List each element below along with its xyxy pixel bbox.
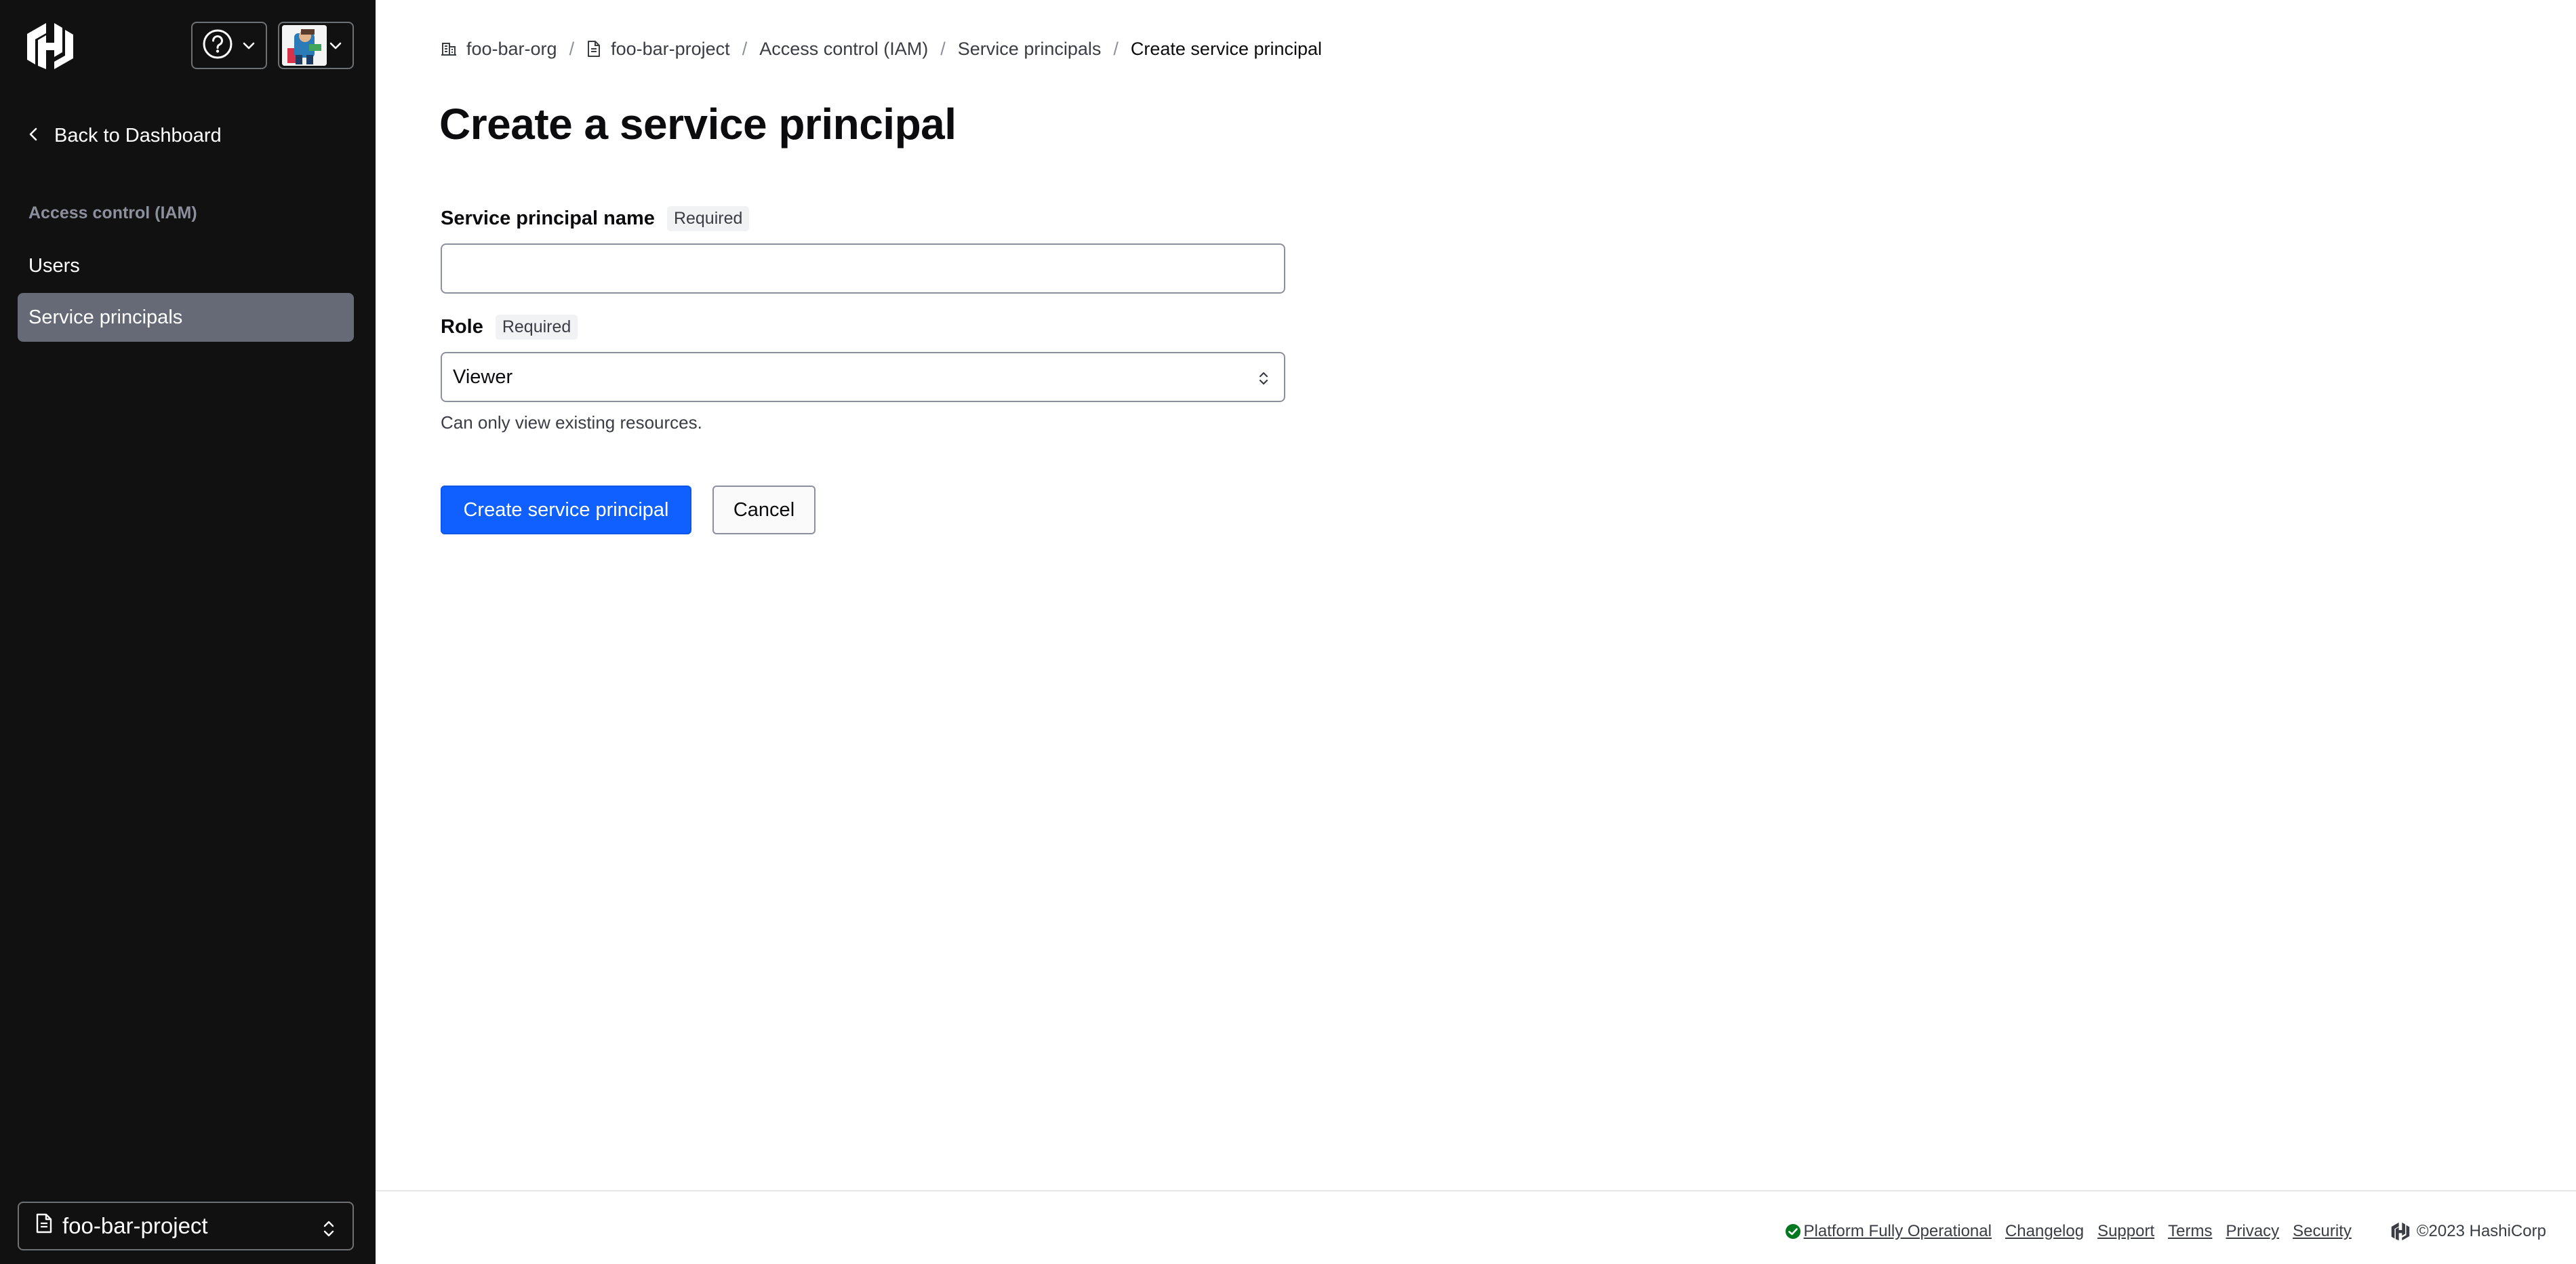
service-principal-name-input[interactable]: [441, 243, 1285, 294]
chevron-left-icon: [27, 125, 54, 147]
footer-divider: [376, 1190, 2576, 1191]
sidebar-section-label: Access control (IAM): [28, 203, 197, 222]
breadcrumb-label: Service principals: [957, 38, 1102, 59]
footer: Platform Fully Operational Changelog Sup…: [1771, 1219, 2546, 1244]
chevron-down-icon: [241, 38, 256, 53]
breadcrumb-item-service-principals[interactable]: Service principals: [958, 39, 1102, 60]
sidebar: Back to Dashboard Access control (IAM) U…: [0, 0, 376, 1264]
breadcrumb-label: foo-bar-project: [611, 38, 730, 59]
avatar: [282, 25, 327, 66]
help-menu-button[interactable]: [191, 22, 267, 69]
breadcrumb-item-project[interactable]: foo-bar-project: [586, 39, 730, 60]
name-field-label-row: Service principal name Required: [441, 206, 750, 231]
help-circle-icon: [202, 28, 233, 63]
hashicorp-logo-icon[interactable]: [26, 22, 75, 71]
project-switcher-label: foo-bar-project: [62, 1213, 208, 1238]
role-select-value: Viewer: [453, 366, 513, 388]
cancel-button[interactable]: Cancel: [712, 486, 816, 534]
project-switcher[interactable]: foo-bar-project: [18, 1202, 354, 1250]
sidebar-item-users[interactable]: Users: [18, 241, 354, 290]
breadcrumb: foo-bar-org / foo-bar-project / Access c…: [441, 35, 1322, 62]
required-badge: Required: [666, 206, 750, 231]
breadcrumb-label: Create service principal: [1130, 38, 1323, 59]
name-field-label: Service principal name: [441, 208, 655, 229]
file-icon: [35, 1213, 53, 1239]
breadcrumb-label: Access control (IAM): [759, 38, 929, 59]
status-label: Platform Fully Operational: [1803, 1222, 1992, 1240]
hashicorp-logo-icon: [2391, 1222, 2410, 1241]
status-link[interactable]: Platform Fully Operational: [1785, 1222, 1992, 1241]
create-service-principal-button[interactable]: Create service principal: [441, 486, 691, 534]
required-badge: Required: [495, 315, 578, 340]
chevron-down-icon: [328, 38, 343, 53]
role-helper-text: Can only view existing resources.: [441, 412, 702, 433]
user-menu-button[interactable]: [278, 22, 354, 69]
breadcrumb-label: foo-bar-org: [466, 38, 557, 59]
footer-link-security[interactable]: Security: [2293, 1222, 2352, 1241]
org-icon: [441, 43, 456, 56]
copyright: ©2023 HashiCorp: [2391, 1222, 2546, 1241]
role-field-label-row: Role Required: [441, 315, 578, 340]
footer-link-privacy[interactable]: Privacy: [2226, 1222, 2279, 1241]
breadcrumb-item-iam[interactable]: Access control (IAM): [759, 39, 928, 60]
sidebar-item-label: Users: [28, 254, 80, 277]
role-field-label: Role: [441, 316, 483, 338]
sidebar-item-service-principals[interactable]: Service principals: [18, 293, 354, 342]
app-root: Back to Dashboard Access control (IAM) U…: [0, 0, 2576, 1264]
back-to-dashboard-label: Back to Dashboard: [54, 124, 222, 146]
breadcrumb-item-current: Create service principal: [1131, 39, 1322, 60]
footer-link-changelog[interactable]: Changelog: [2005, 1222, 2084, 1241]
footer-link-support[interactable]: Support: [2097, 1222, 2154, 1241]
selector-icon: [321, 1218, 336, 1244]
role-select[interactable]: Viewer: [441, 352, 1285, 402]
back-to-dashboard-link[interactable]: Back to Dashboard: [27, 118, 222, 153]
page-title: Create a service principal: [439, 100, 957, 149]
breadcrumb-separator: /: [940, 38, 946, 59]
breadcrumb-separator: /: [569, 38, 575, 59]
footer-link-terms[interactable]: Terms: [2168, 1222, 2212, 1241]
breadcrumb-separator: /: [742, 38, 748, 59]
breadcrumb-separator: /: [1113, 38, 1119, 59]
file-icon: [588, 41, 601, 57]
check-circle-icon: [1785, 1224, 1800, 1239]
sidebar-item-label: Service principals: [28, 306, 183, 328]
breadcrumb-item-org[interactable]: foo-bar-org: [441, 39, 557, 60]
selector-icon: [1257, 370, 1270, 393]
copyright-label: ©2023 HashiCorp: [2416, 1222, 2546, 1240]
